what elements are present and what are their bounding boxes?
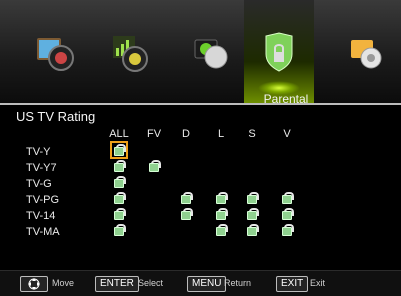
lock-tv-pg-all[interactable] bbox=[113, 192, 126, 204]
row-label-tv-pg: TV-PG bbox=[26, 194, 60, 206]
column-d: D bbox=[182, 128, 190, 140]
lock-tv-pg-v[interactable] bbox=[281, 192, 294, 204]
lock-tv-14-d[interactable] bbox=[180, 208, 193, 220]
move-key-icon bbox=[20, 276, 48, 292]
column-l: L bbox=[217, 128, 225, 140]
lock-tv-y7-fv[interactable] bbox=[148, 160, 161, 172]
exit-key: EXIT bbox=[276, 276, 309, 292]
lock-tv-ma-all[interactable] bbox=[113, 224, 126, 236]
lock-tv-pg-l[interactable] bbox=[215, 192, 228, 204]
lock-tv-ma-l[interactable] bbox=[215, 224, 228, 236]
nav-channel[interactable] bbox=[176, 0, 246, 103]
lock-tv-ma-s[interactable] bbox=[246, 224, 259, 236]
setup-gear-icon bbox=[345, 30, 389, 74]
lock-tv-14-all[interactable] bbox=[113, 208, 126, 220]
row-label-tv-g: TV-G bbox=[26, 178, 52, 190]
lock-tv-14-v[interactable] bbox=[281, 208, 294, 220]
nav-parental[interactable] bbox=[244, 0, 314, 103]
nav-picture[interactable] bbox=[20, 0, 90, 103]
column-fv: FV bbox=[146, 128, 162, 140]
sound-icon bbox=[107, 30, 151, 74]
lock-tv-pg-s[interactable] bbox=[246, 192, 259, 204]
active-nav-label: Parental bbox=[263, 92, 309, 106]
nav-setup[interactable] bbox=[332, 0, 401, 103]
nav-sound[interactable] bbox=[94, 0, 164, 103]
row-label-tv-ma: TV-MA bbox=[26, 226, 60, 238]
column-v: V bbox=[283, 128, 291, 140]
menu-title: US TV Rating bbox=[16, 109, 96, 124]
lock-tv-ma-v[interactable] bbox=[281, 224, 294, 236]
picture-icon bbox=[33, 30, 77, 74]
channel-icon bbox=[189, 30, 233, 74]
lock-tv-y-all[interactable] bbox=[110, 141, 128, 159]
parental-lock-icon bbox=[257, 30, 301, 74]
lock-tv-pg-d[interactable] bbox=[180, 192, 193, 204]
column-all: ALL bbox=[109, 128, 129, 140]
row-label-tv-y: TV-Y bbox=[26, 146, 51, 158]
lock-tv-g-all[interactable] bbox=[113, 176, 126, 188]
move-label: Move bbox=[52, 278, 75, 288]
menu-key: MENU bbox=[187, 276, 227, 292]
lock-tv-14-l[interactable] bbox=[215, 208, 228, 220]
enter-key: ENTER bbox=[95, 276, 139, 292]
lock-tv-y7-all[interactable] bbox=[113, 160, 126, 172]
exit-label: Exit bbox=[310, 278, 326, 288]
select-label: Select bbox=[138, 278, 164, 288]
column-s: S bbox=[248, 128, 256, 140]
row-label-tv-y7: TV-Y7 bbox=[26, 162, 57, 174]
lock-tv-14-s[interactable] bbox=[246, 208, 259, 220]
row-label-tv-14: TV-14 bbox=[26, 210, 56, 222]
return-label: Return bbox=[224, 278, 252, 288]
